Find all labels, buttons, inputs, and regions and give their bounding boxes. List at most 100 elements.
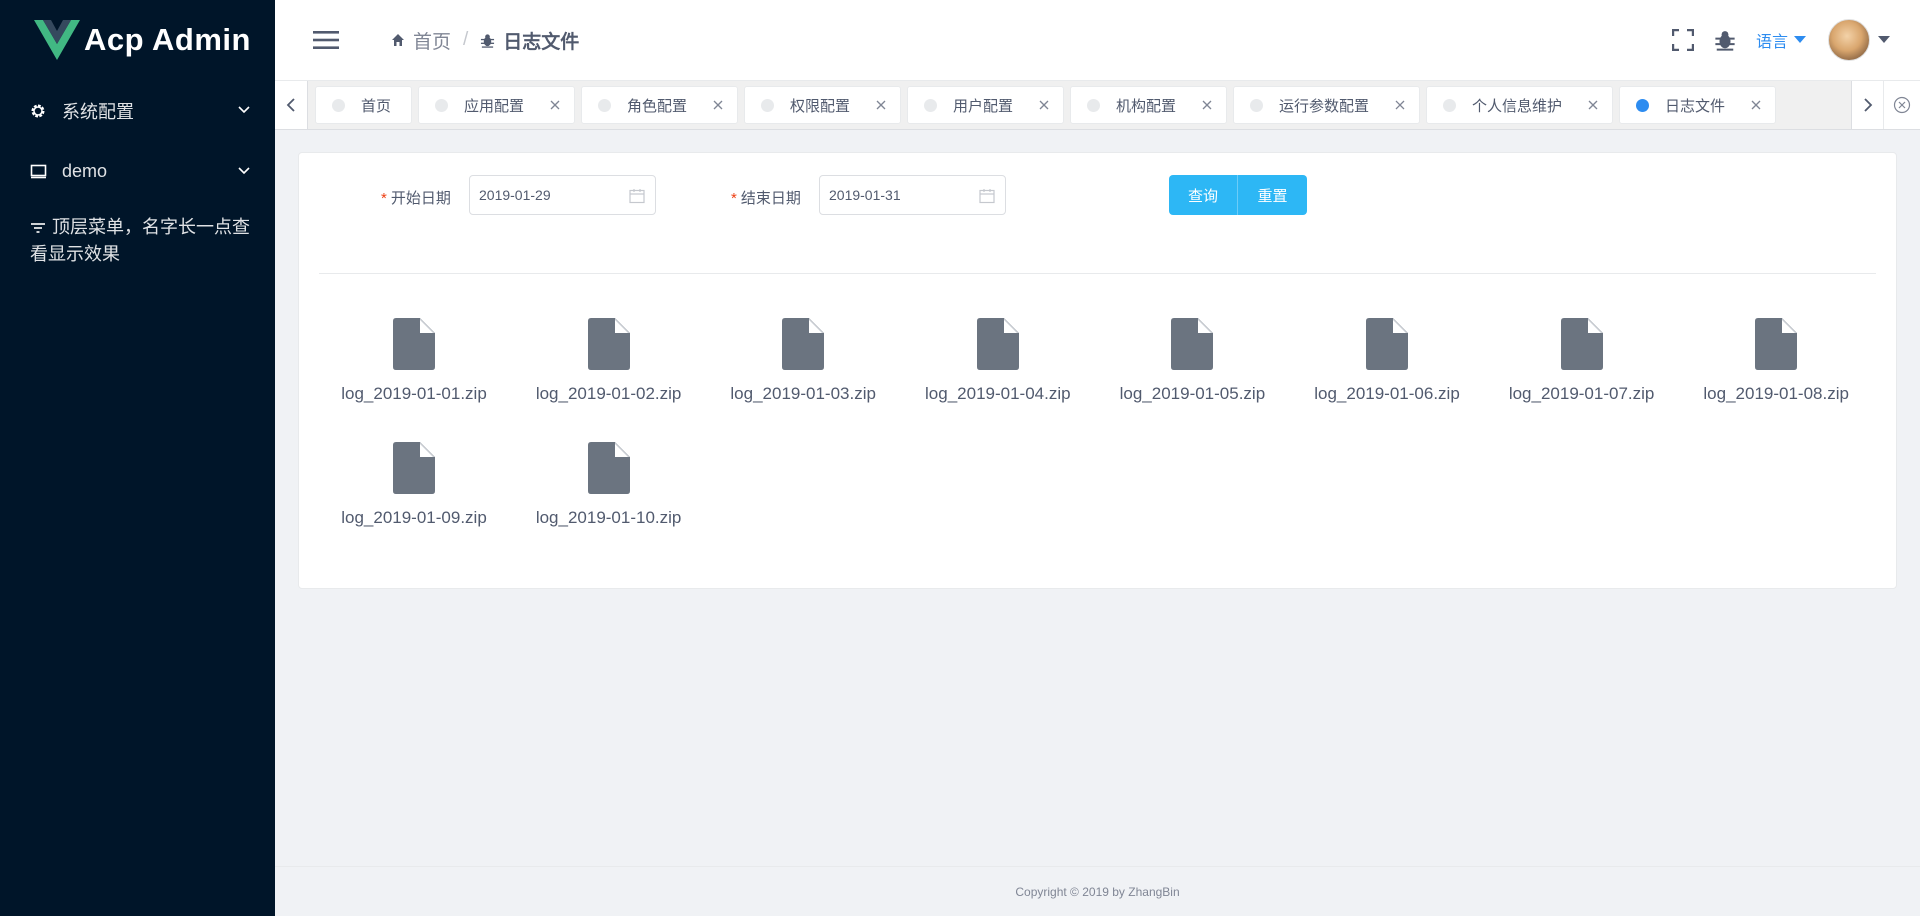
- file-name: log_2019-01-07.zip: [1508, 384, 1655, 403]
- language-dropdown[interactable]: 语言: [1756, 28, 1806, 52]
- breadcrumb-separator: /: [463, 29, 469, 50]
- file-icon: [903, 318, 1093, 370]
- file-name: log_2019-01-04.zip: [925, 384, 1071, 403]
- tab-permission-config[interactable]: 权限配置: [744, 86, 901, 124]
- reset-button[interactable]: 重置: [1238, 175, 1307, 215]
- file-name: log_2019-01-03.zip: [730, 384, 876, 403]
- file-item[interactable]: log_2019-01-03.zip: [708, 318, 898, 404]
- close-icon[interactable]: [1588, 100, 1598, 110]
- chevron-down-icon: [237, 161, 251, 182]
- file-item[interactable]: log_2019-01-10.zip: [514, 442, 704, 528]
- tab-label: 权限配置: [790, 97, 851, 115]
- breadcrumb-label: 首页: [413, 31, 452, 53]
- main-area: 首页 / 日志文件 语言 首页 应用配置 角色配置 权限配置 用户配置 机构配置…: [275, 0, 1920, 916]
- close-icon[interactable]: [1202, 100, 1212, 110]
- file-name: log_2019-01-01.zip: [341, 384, 487, 403]
- caret-down-icon[interactable]: [1878, 36, 1890, 44]
- query-button[interactable]: 查询: [1169, 175, 1238, 215]
- file-item[interactable]: log_2019-01-04.zip: [903, 318, 1093, 404]
- sidebar-item-top-menu[interactable]: 顶层菜单，名字长一点查看显示效果: [0, 202, 275, 267]
- file-icon: [319, 442, 509, 494]
- breadcrumb-label: 日志文件: [503, 31, 580, 53]
- file-item[interactable]: log_2019-01-01.zip: [319, 318, 509, 404]
- tab-log-files[interactable]: 日志文件: [1619, 86, 1776, 124]
- file-icon: [514, 318, 704, 370]
- file-name: log_2019-01-09.zip: [341, 508, 487, 527]
- tab-label: 个人信息维护: [1472, 97, 1563, 115]
- required-mark: *: [381, 190, 387, 207]
- menu-toggle-icon[interactable]: [313, 30, 339, 50]
- file-icon: [1097, 318, 1287, 370]
- sidebar: Acp Admin 系统配置 demo 顶层菜单，名字长一点查看显示效果: [0, 0, 275, 916]
- close-icon[interactable]: [1395, 100, 1405, 110]
- file-item[interactable]: log_2019-01-07.zip: [1487, 318, 1677, 404]
- tab-role-config[interactable]: 角色配置: [581, 86, 738, 124]
- tab-user-config[interactable]: 用户配置: [907, 86, 1064, 124]
- end-date-input[interactable]: 2019-01-31: [819, 175, 1006, 215]
- close-icon[interactable]: [1751, 100, 1761, 110]
- fullscreen-icon[interactable]: [1671, 29, 1694, 51]
- calendar-icon: [629, 188, 645, 204]
- tab-status-dot: [435, 98, 448, 112]
- tab-label: 用户配置: [953, 97, 1014, 115]
- language-label: 语言: [1755, 34, 1788, 51]
- sidebar-item-system-config[interactable]: 系统配置: [0, 80, 275, 141]
- chevron-down-icon: [237, 100, 251, 121]
- breadcrumb-item-current: 日志文件: [480, 27, 579, 54]
- file-name: log_2019-01-10.zip: [535, 508, 682, 527]
- tab-org-config[interactable]: 机构配置: [1070, 86, 1227, 124]
- bug-icon: [480, 33, 495, 48]
- tab-status-dot: [1443, 98, 1456, 112]
- tab-label: 应用配置: [464, 97, 525, 115]
- tab-status-dot: [1087, 98, 1100, 112]
- home-icon: [391, 33, 405, 47]
- tab-status-dot: [1636, 98, 1649, 112]
- file-name: log_2019-01-08.zip: [1703, 384, 1849, 403]
- file-icon: [1487, 318, 1677, 370]
- tab-label: 运行参数配置: [1279, 97, 1370, 115]
- tab-status-dot: [1250, 98, 1263, 112]
- close-icon[interactable]: [713, 100, 723, 110]
- sidebar-item-demo[interactable]: demo: [0, 141, 275, 202]
- vue-logo-icon: [34, 20, 80, 60]
- tab-runtime-params[interactable]: 运行参数配置: [1233, 86, 1420, 124]
- app-logo[interactable]: Acp Admin: [0, 0, 275, 80]
- tab-label: 机构配置: [1116, 97, 1177, 115]
- tab-status-dot: [332, 98, 345, 112]
- file-item[interactable]: log_2019-01-09.zip: [319, 442, 509, 528]
- tab-profile[interactable]: 个人信息维护: [1426, 86, 1613, 124]
- required-mark: *: [731, 190, 737, 207]
- tabs-scroll-left-icon[interactable]: [275, 81, 308, 129]
- file-icon: [708, 318, 898, 370]
- file-name: log_2019-01-02.zip: [535, 384, 682, 403]
- breadcrumb: 首页 / 日志文件: [391, 27, 579, 54]
- avatar[interactable]: [1828, 19, 1870, 61]
- file-item[interactable]: log_2019-01-05.zip: [1097, 318, 1287, 404]
- close-icon[interactable]: [1039, 100, 1049, 110]
- copyright-text: Copyright © 2019 by ZhangBin: [1015, 884, 1180, 899]
- close-icon[interactable]: [550, 100, 560, 110]
- start-date-input[interactable]: 2019-01-29: [469, 175, 656, 215]
- tab-app-config[interactable]: 应用配置: [418, 86, 575, 124]
- end-date-value: 2019-01-31: [829, 187, 901, 203]
- end-date-label-text: 结束日期: [740, 190, 801, 207]
- file-icon: [1681, 318, 1871, 370]
- file-item[interactable]: log_2019-01-06.zip: [1292, 318, 1482, 404]
- close-icon[interactable]: [876, 100, 886, 110]
- tab-home[interactable]: 首页: [315, 86, 412, 124]
- breadcrumb-item-home[interactable]: 首页: [391, 27, 451, 54]
- filter-icon: [30, 215, 52, 241]
- file-icon: [319, 318, 509, 370]
- tab-status-dot: [761, 98, 774, 112]
- header-actions: 语言: [1654, 0, 1890, 80]
- file-item[interactable]: log_2019-01-08.zip: [1681, 318, 1871, 404]
- tab-label: 日志文件: [1665, 97, 1726, 115]
- tabs-scroll-right-icon[interactable]: [1851, 81, 1884, 129]
- tab-status-dot: [924, 98, 937, 112]
- sidebar-item-label: 顶层菜单，名字长一点查看显示效果: [30, 217, 250, 265]
- bug-icon[interactable]: [1714, 29, 1736, 51]
- monitor-icon: [30, 164, 52, 179]
- close-all-tabs-icon[interactable]: [1883, 81, 1920, 129]
- sidebar-item-label: 系统配置: [62, 101, 134, 122]
- file-item[interactable]: log_2019-01-02.zip: [514, 318, 704, 404]
